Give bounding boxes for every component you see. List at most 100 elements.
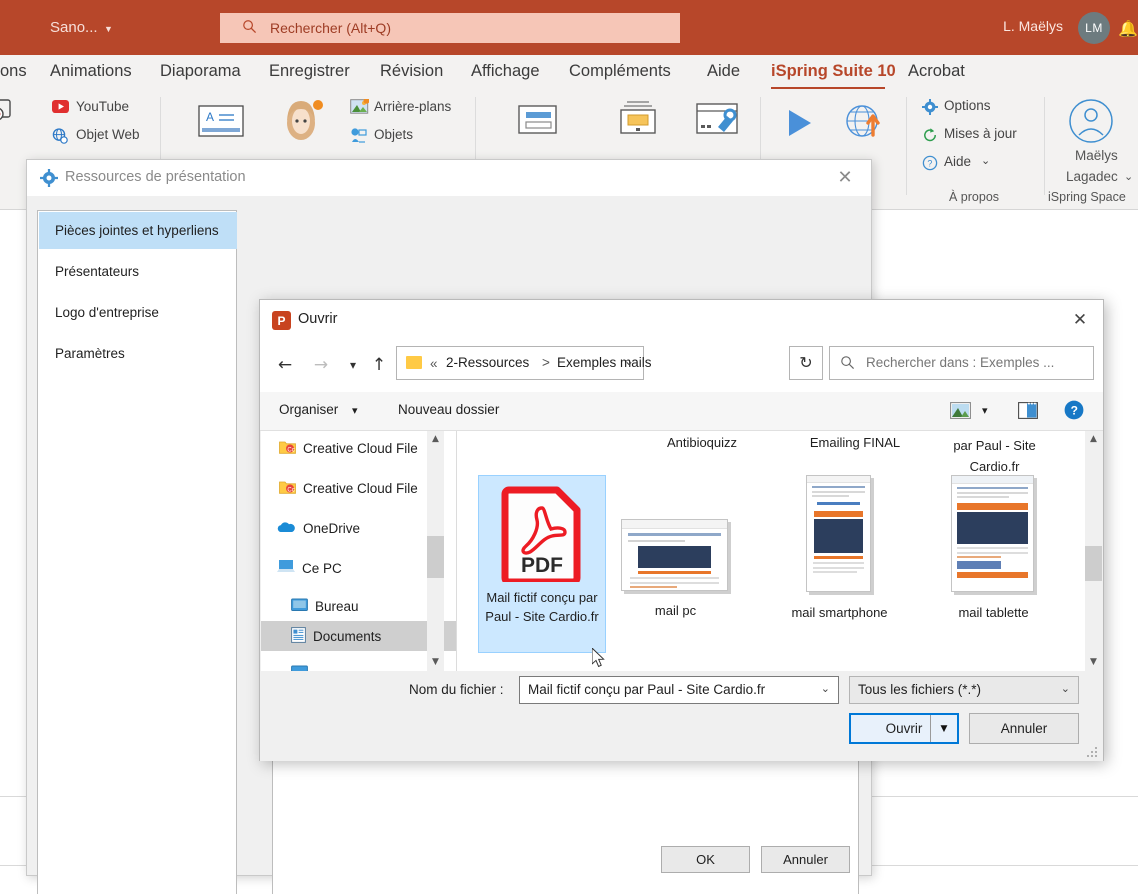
chevron-down-icon[interactable]: ▼ <box>104 24 113 34</box>
tab-affichage[interactable]: Affichage <box>471 62 540 81</box>
tab-transitions[interactable]: ons <box>0 62 27 81</box>
sidebar-item-label: Ce PC <box>302 561 342 576</box>
search-placeholder: Rechercher (Alt+Q) <box>270 20 391 36</box>
gear-icon[interactable] <box>922 99 938 120</box>
slide-properties-icon[interactable] <box>516 103 560 144</box>
chevron-up-icon[interactable]: ▲ <box>1085 431 1102 448</box>
avatar[interactable]: LM <box>1078 12 1110 44</box>
file-cancel-button[interactable]: Annuler <box>969 713 1079 744</box>
question-circle-icon[interactable]: ? <box>922 155 938 176</box>
preview-play-icon[interactable] <box>783 107 817 144</box>
bell-icon[interactable]: 🔔 <box>1118 19 1138 39</box>
web-object-icon[interactable] <box>52 128 69 149</box>
svg-text:Cc: Cc <box>287 447 294 453</box>
scrollbar-thumb[interactable] <box>1085 546 1102 581</box>
chevron-up-icon[interactable]: ▲ <box>427 431 444 448</box>
chevron-down-icon[interactable]: ⌄ <box>981 154 990 167</box>
file-tile-mail-smartphone[interactable]: mail smartphone <box>777 475 902 622</box>
close-icon[interactable]: ✕ <box>1067 308 1093 332</box>
arrow-up-icon[interactable]: ↑ <box>366 350 392 380</box>
breadcrumb-prefix: « <box>430 356 438 371</box>
tab-revision[interactable]: Révision <box>380 62 443 81</box>
file-tile-mail-pc[interactable]: mail pc <box>613 519 738 620</box>
breadcrumb-segment-2[interactable]: Exemples mails <box>557 355 652 370</box>
address-bar[interactable]: « 2-Ressources > Exemples mails ⌄ <box>396 346 644 380</box>
user-name[interactable]: L. Maëlys <box>1003 18 1063 34</box>
tab-ispring-suite[interactable]: iSpring Suite 10 <box>771 62 896 81</box>
group-label-about: À propos <box>949 190 999 204</box>
sidebar-item-company-logo[interactable]: Logo d'entreprise <box>39 294 237 331</box>
ribbon-item-backgrounds[interactable]: Arrière-plans <box>374 99 451 114</box>
chevron-down-icon[interactable]: ▾ <box>340 350 366 380</box>
chevron-down-icon[interactable]: ▾ <box>982 404 988 417</box>
open-split-caret-icon[interactable]: ▼ <box>930 715 957 742</box>
chevron-down-icon[interactable]: ▾ <box>352 404 358 417</box>
file-list-pane[interactable]: Antibioquizz Emailing FINAL par Paul - S… <box>456 431 1102 671</box>
refresh-icon[interactable] <box>922 127 938 148</box>
ribbon-item-options[interactable]: Options <box>944 98 991 113</box>
youtube-icon[interactable] <box>52 100 69 118</box>
cancel-button[interactable]: Annuler <box>761 846 850 873</box>
file-list-scrollbar[interactable]: ▲ ▼ <box>1085 431 1102 671</box>
powerpoint-icon: P <box>272 311 291 330</box>
chevron-down-icon[interactable]: ▼ <box>1085 654 1102 671</box>
ok-button[interactable]: OK <box>661 846 750 873</box>
filetype-select[interactable]: Tous les fichiers (*.*) ⌄ <box>849 676 1079 704</box>
ribbon-item-updates[interactable]: Mises à jour <box>944 126 1017 141</box>
file-tile-mail-tablette[interactable]: mail tablette <box>931 475 1056 622</box>
chevron-down-icon[interactable]: ⌄ <box>1124 170 1133 183</box>
breadcrumb-segment-1[interactable]: 2-Ressources <box>446 355 529 370</box>
help-icon[interactable]: ? <box>1064 400 1084 425</box>
document-name[interactable]: Sano... <box>50 19 98 36</box>
presentation-resources-icon[interactable] <box>616 99 660 144</box>
view-layout-icon[interactable] <box>950 402 971 424</box>
file-search-input[interactable]: Rechercher dans : Exemples ... <box>829 346 1094 380</box>
sidebar-item-settings[interactable]: Paramètres <box>39 335 237 372</box>
svg-text:Cc: Cc <box>287 487 294 493</box>
organize-menu[interactable]: Organiser <box>279 402 338 417</box>
file-tile-pdf[interactable]: PDF Mail fictif conçu par Paul - Site Ca… <box>478 475 606 653</box>
arrow-left-icon[interactable]: ← <box>272 350 298 380</box>
tab-complements[interactable]: Compléments <box>569 62 671 81</box>
close-icon[interactable]: ✕ <box>833 166 857 190</box>
slide-templates-icon[interactable]: A <box>196 103 246 148</box>
objects-icon[interactable] <box>350 128 369 149</box>
record-screen-icon[interactable] <box>0 97 22 132</box>
preview-pane-icon[interactable] <box>1018 402 1038 424</box>
player-icon[interactable] <box>694 101 740 144</box>
sidebar-item-presenters[interactable]: Présentateurs <box>39 253 237 290</box>
places-scrollbar[interactable]: ▲ ▼ <box>427 431 444 671</box>
tab-enregistrer[interactable]: Enregistrer <box>269 62 350 81</box>
filename-input[interactable]: Mail fictif conçu par Paul - Site Cardio… <box>519 676 839 704</box>
chevron-down-icon[interactable]: ▼ <box>427 654 444 671</box>
account-name-line1[interactable]: Maëlys <box>1075 148 1118 163</box>
sidebar-item-label: Creative Cloud File <box>303 481 418 496</box>
refresh-icon[interactable]: ↻ <box>789 346 823 380</box>
scrollbar-thumb[interactable] <box>427 536 444 578</box>
ribbon-item-objects[interactable]: Objets <box>374 127 413 142</box>
ribbon-item-help[interactable]: Aide <box>944 154 971 169</box>
chevron-down-icon[interactable]: ⌄ <box>821 682 830 695</box>
ribbon-tab-strip: ons Animations Diaporama Enregistrer Rév… <box>0 55 1138 89</box>
search-input[interactable]: Rechercher (Alt+Q) <box>220 13 680 43</box>
gear-icon <box>40 169 58 187</box>
account-circle-icon[interactable] <box>1068 98 1114 149</box>
tab-animations[interactable]: Animations <box>50 62 132 81</box>
tab-aide[interactable]: Aide <box>707 62 740 81</box>
account-name-line2[interactable]: Lagadec <box>1066 169 1118 184</box>
chevron-down-icon[interactable]: ⌄ <box>624 354 634 368</box>
desktop-icon <box>291 598 308 615</box>
sidebar-item-label: Paramètres <box>55 346 125 361</box>
tab-acrobat[interactable]: Acrobat <box>908 62 965 81</box>
backgrounds-icon[interactable] <box>350 99 369 120</box>
publish-globe-icon[interactable] <box>843 103 885 148</box>
ribbon-item-youtube[interactable]: YouTube <box>76 99 129 114</box>
ribbon-item-web-object[interactable]: Objet Web <box>76 127 140 142</box>
resize-grip[interactable] <box>1087 745 1098 756</box>
tab-diaporama[interactable]: Diaporama <box>160 62 241 81</box>
characters-icon[interactable] <box>276 97 326 147</box>
new-folder-button[interactable]: Nouveau dossier <box>398 402 499 417</box>
svg-text:?: ? <box>927 159 932 169</box>
sidebar-item-attachments[interactable]: Pièces jointes et hyperliens <box>39 212 237 249</box>
chevron-down-icon[interactable]: ⌄ <box>1061 682 1070 695</box>
